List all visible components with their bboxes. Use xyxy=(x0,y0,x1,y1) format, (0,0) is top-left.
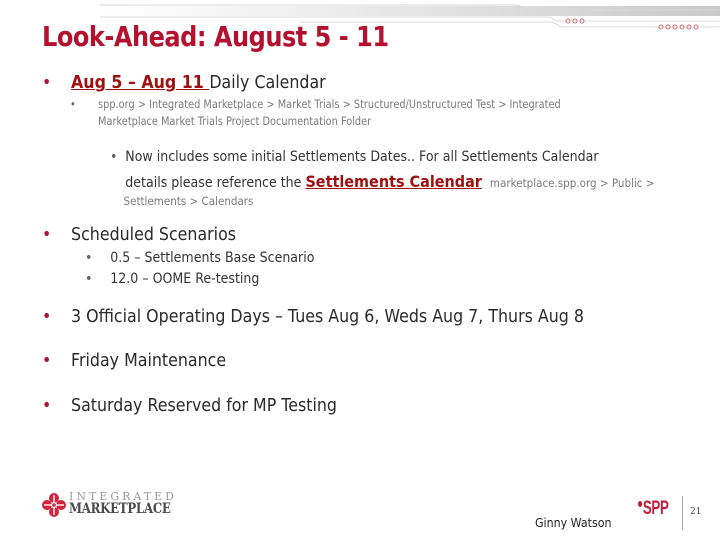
spp-logo-text: SPP xyxy=(642,498,669,519)
spp-dot-icon xyxy=(638,500,643,507)
daily-calendar-link[interactable]: Aug 5 – Aug 11 xyxy=(71,72,209,93)
scheduled-scenarios-heading: Scheduled Scenarios xyxy=(71,224,237,245)
calendar-path-line1: spp.org > Integrated Marketplace > Marke… xyxy=(98,97,561,111)
settlements-note-line2-lead: details please reference the xyxy=(125,175,306,191)
settlements-note-line1-rest: Settlements Dates.. For all Settlements … xyxy=(289,149,599,165)
integrated-marketplace-logo: INTEGRATED MARKETPLACE xyxy=(42,490,177,522)
bullet-icon: • xyxy=(42,350,52,371)
footer-divider xyxy=(682,496,683,530)
bullet-icon: • xyxy=(42,306,52,327)
bullet-icon: • xyxy=(85,271,93,287)
saturday-testing-text: Saturday Reserved for MP Testing xyxy=(71,395,337,416)
spp-logo: SPP xyxy=(638,498,669,520)
page-number: 21 xyxy=(690,507,702,517)
bullet-icon: • xyxy=(42,395,52,416)
slide-title: Look-Ahead: August 5 - 11 xyxy=(42,20,389,53)
presenter-name: Ginny Watson xyxy=(535,516,612,530)
bullet-icon: • xyxy=(42,224,52,245)
friday-maintenance-text: Friday Maintenance xyxy=(71,350,227,371)
bullet-icon: • xyxy=(85,250,93,266)
operating-days-text: 3 Official Operating Days – Tues Aug 6, … xyxy=(71,306,584,327)
settlements-path-part1: marketplace.spp.org > Public > xyxy=(489,176,655,190)
marketplace-emblem-icon xyxy=(42,493,66,517)
daily-calendar-label: Daily Calendar xyxy=(209,72,326,93)
scenario-item-label: 12.0 – OOME Re-testing xyxy=(110,271,260,287)
logo-text-marketplace: MARKETPLACE xyxy=(69,501,171,517)
bullet-icon: • xyxy=(70,97,76,111)
bullet-icon: • xyxy=(42,72,52,93)
settlements-note-line1-lead: Now includes some initial xyxy=(125,149,290,165)
bullet-icon: • xyxy=(110,149,118,165)
settlements-calendar-link[interactable]: Settlements Calendar xyxy=(305,172,481,191)
calendar-path-line2: Marketplace Market Trials Project Docume… xyxy=(98,114,372,128)
settlements-path-part2: Settlements > Calendars xyxy=(123,194,254,208)
scenario-item-label: 0.5 – Settlements Base Scenario xyxy=(110,250,315,266)
